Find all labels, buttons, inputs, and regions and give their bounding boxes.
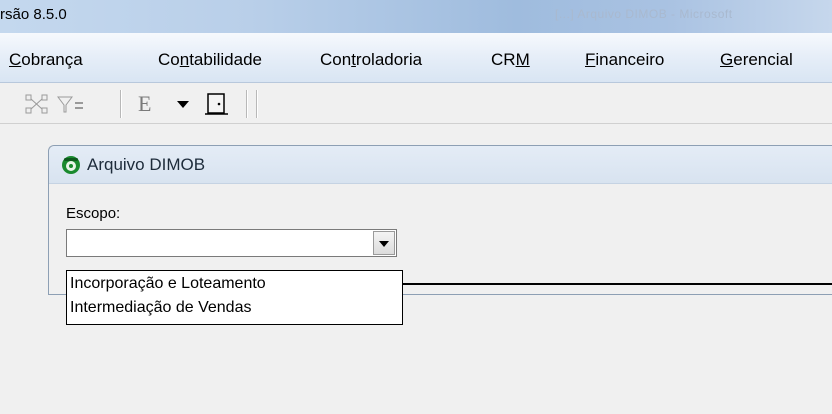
window-titlebar: Arquivo DIMOB xyxy=(49,146,832,184)
menu-crm-prefix: CR xyxy=(491,50,516,69)
menu-contabilidade-rest: tabilidade xyxy=(189,50,262,69)
menu-gerencial-rest: erencial xyxy=(733,50,793,69)
text-style-icon[interactable]: E xyxy=(138,91,151,116)
combo-dropdown-button[interactable] xyxy=(373,231,395,255)
menu-cobranca-rest: obrança xyxy=(21,50,83,69)
window-title: rsão 8.5.0 xyxy=(0,6,67,23)
menu-cobranca-mnemonic: C xyxy=(9,50,22,69)
menu-controladoria-rest: roladoria xyxy=(355,50,423,69)
escopo-combobox[interactable] xyxy=(66,229,397,257)
dropdown-arrow-icon[interactable] xyxy=(175,93,191,115)
phone-icon xyxy=(62,156,80,174)
menu-cobranca[interactable]: Cobrança xyxy=(9,50,83,70)
menu-controladoria-prefix: Con xyxy=(320,50,352,69)
menu-financeiro[interactable]: Financeiro xyxy=(585,50,664,70)
toolbar-separator xyxy=(246,90,248,118)
exit-door-icon[interactable] xyxy=(204,93,230,115)
filter-icon[interactable] xyxy=(56,93,88,115)
toolbar-separator xyxy=(256,90,258,118)
menu-contabilidade[interactable]: Contabilidade xyxy=(158,50,262,70)
menu-controladoria[interactable]: Controladoria xyxy=(320,50,422,70)
option-incorporacao[interactable]: Incorporação e Loteamento xyxy=(70,275,266,293)
toolbar-separator xyxy=(120,90,122,118)
window-ghost-title: [...] Arquivo DIMOB - Microsoft xyxy=(555,7,733,21)
menu-bar: Cobrança Contabilidade Controladoria CRM… xyxy=(0,33,832,83)
menu-contabilidade-prefix: Co xyxy=(158,50,180,69)
menu-financeiro-mnemonic: F xyxy=(585,50,596,69)
toolbar: E xyxy=(0,84,832,124)
menu-crm[interactable]: CRM xyxy=(491,50,530,70)
menu-gerencial[interactable]: Gerencial xyxy=(720,50,793,70)
menu-gerencial-mnemonic: G xyxy=(720,50,734,69)
escopo-label: Escopo: xyxy=(66,205,121,222)
menu-crm-mnemonic: M xyxy=(515,50,530,69)
chevron-down-icon xyxy=(379,241,389,247)
escopo-options-list: Incorporação e Loteamento Intermediação … xyxy=(66,270,403,325)
option-intermediacao[interactable]: Intermediação de Vendas xyxy=(70,299,251,317)
window-title: Arquivo DIMOB xyxy=(87,155,206,174)
menu-contabilidade-mnemonic: n xyxy=(179,50,190,69)
menu-financeiro-rest: inanceiro xyxy=(595,50,665,69)
network-nodes-icon[interactable] xyxy=(24,93,50,115)
window-titlebar: rsão 8.5.0 [...] Arquivo DIMOB - Microso… xyxy=(0,0,832,33)
